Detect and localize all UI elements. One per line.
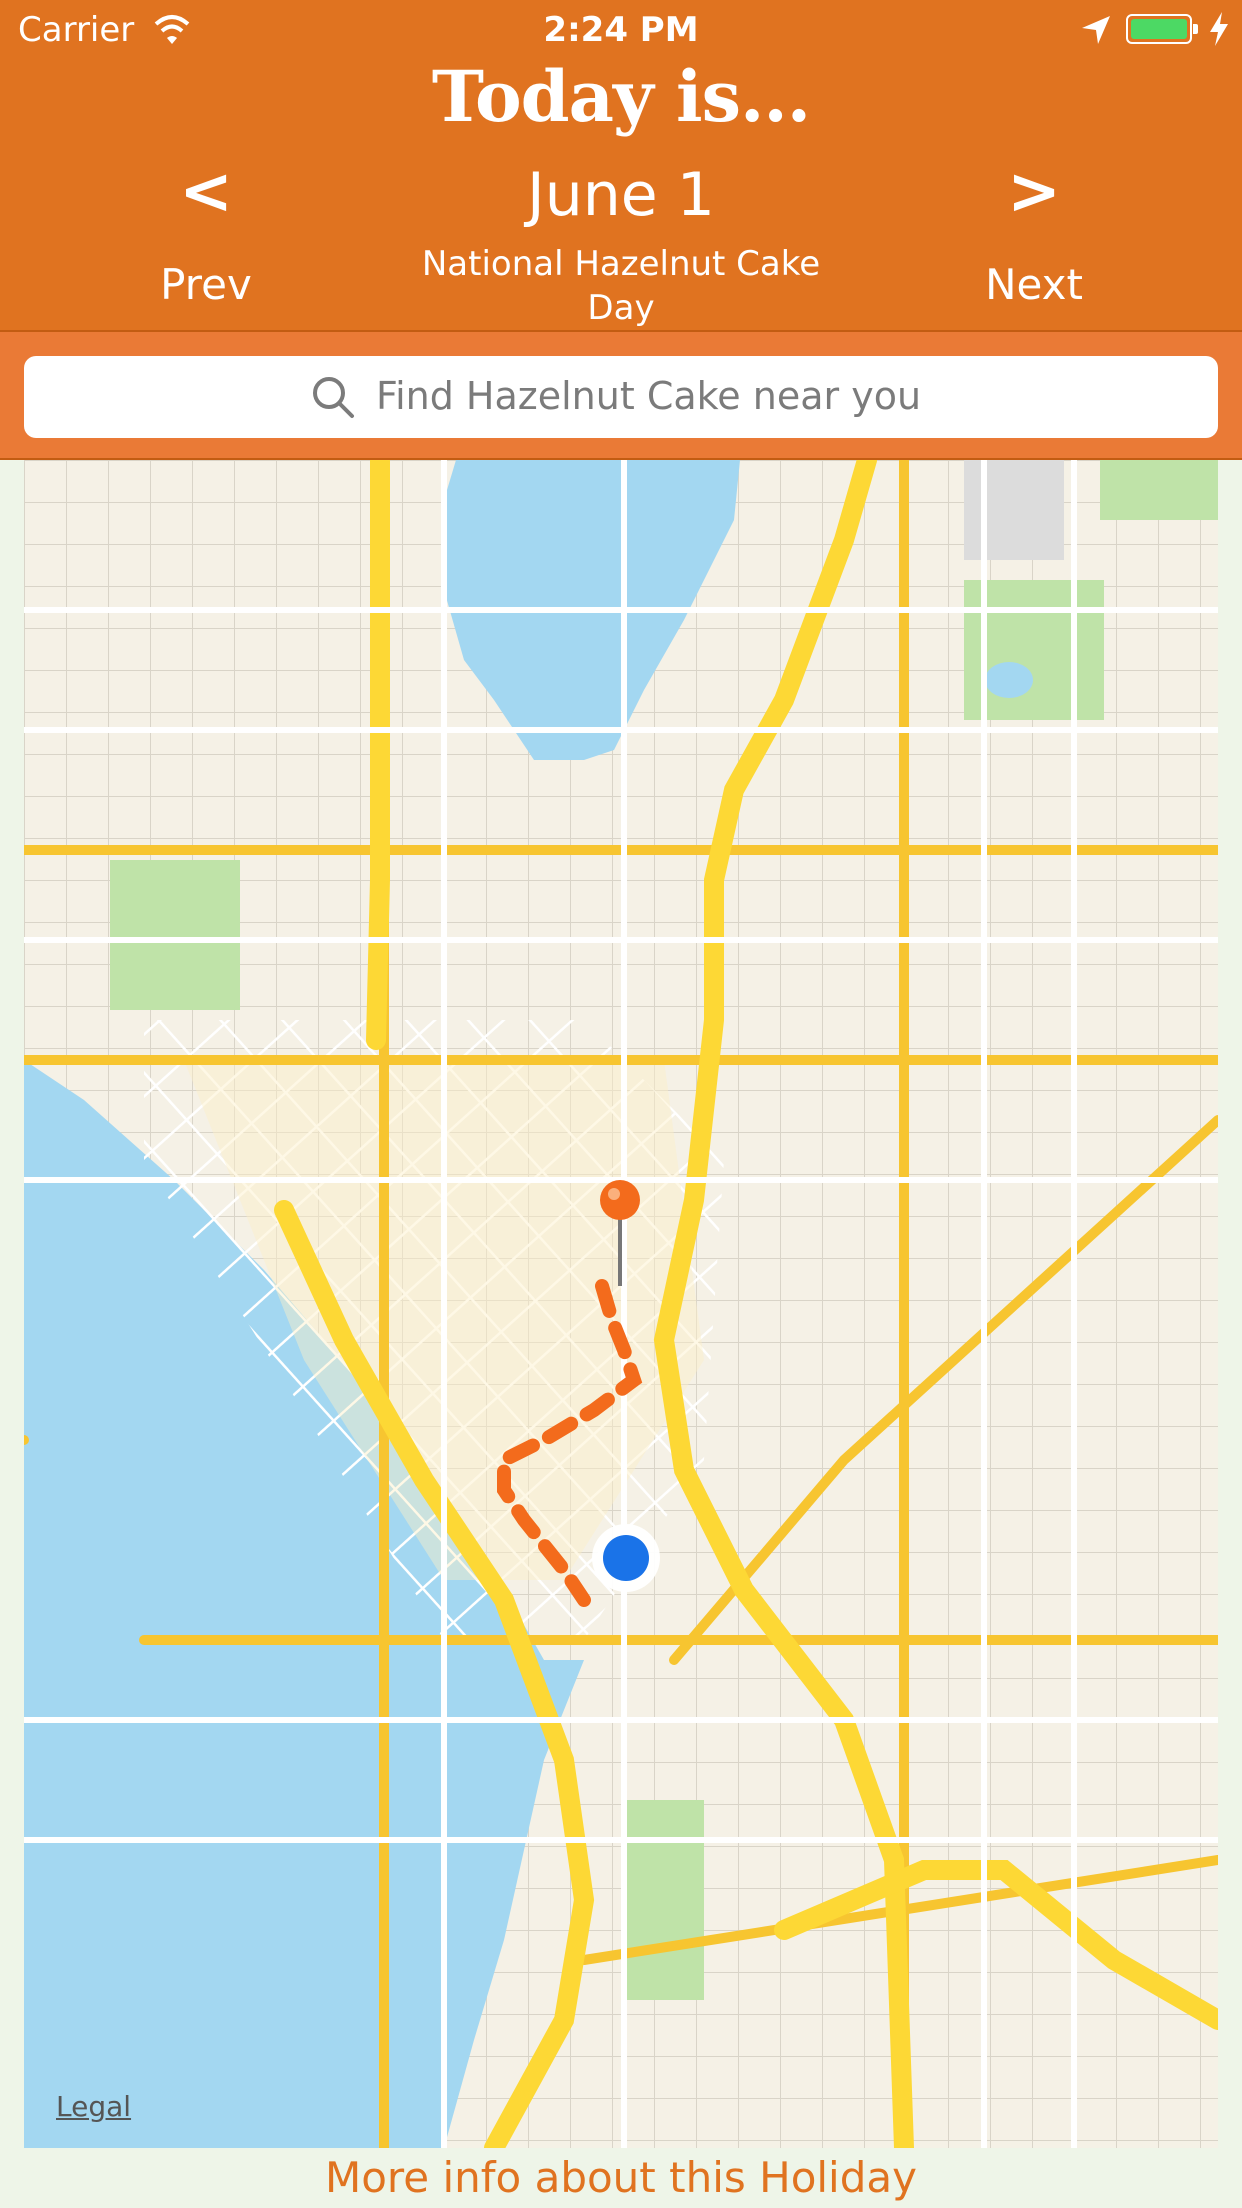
- destination-pin-icon[interactable]: [600, 1180, 640, 1220]
- more-info-link[interactable]: More info about this Holiday: [0, 2148, 1242, 2208]
- chevron-right-icon: >: [1007, 155, 1061, 229]
- chevron-left-icon: <: [179, 155, 233, 229]
- search-placeholder: Find Hazelnut Cake near you: [376, 374, 922, 418]
- battery-icon: [1126, 14, 1198, 44]
- search-icon: [313, 377, 354, 418]
- search-bar: Find Hazelnut Cake near you: [0, 330, 1242, 460]
- date-label: June 1: [527, 160, 715, 230]
- map-view[interactable]: Legal: [24, 460, 1218, 2148]
- status-time: 2:24 PM: [543, 10, 699, 50]
- next-button[interactable]: > Next: [924, 160, 1144, 309]
- header-bar: Carrier 2:24 PM Today is... < Prev June …: [0, 0, 1242, 330]
- status-bar: Carrier 2:24 PM: [0, 0, 1242, 60]
- user-location-icon: [603, 1535, 649, 1581]
- search-input[interactable]: Find Hazelnut Cake near you: [24, 356, 1218, 438]
- prev-label: Prev: [160, 260, 252, 309]
- prev-button[interactable]: < Prev: [96, 160, 316, 309]
- next-label: Next: [985, 260, 1083, 309]
- holiday-name: National Hazelnut Cake Day: [421, 244, 821, 328]
- legal-link[interactable]: Legal: [56, 2090, 131, 2123]
- map-canvas: [24, 460, 1218, 2148]
- page-title: Today is...: [431, 55, 811, 138]
- location-arrow-icon: [1082, 16, 1110, 44]
- charging-bolt-icon: [1210, 12, 1228, 46]
